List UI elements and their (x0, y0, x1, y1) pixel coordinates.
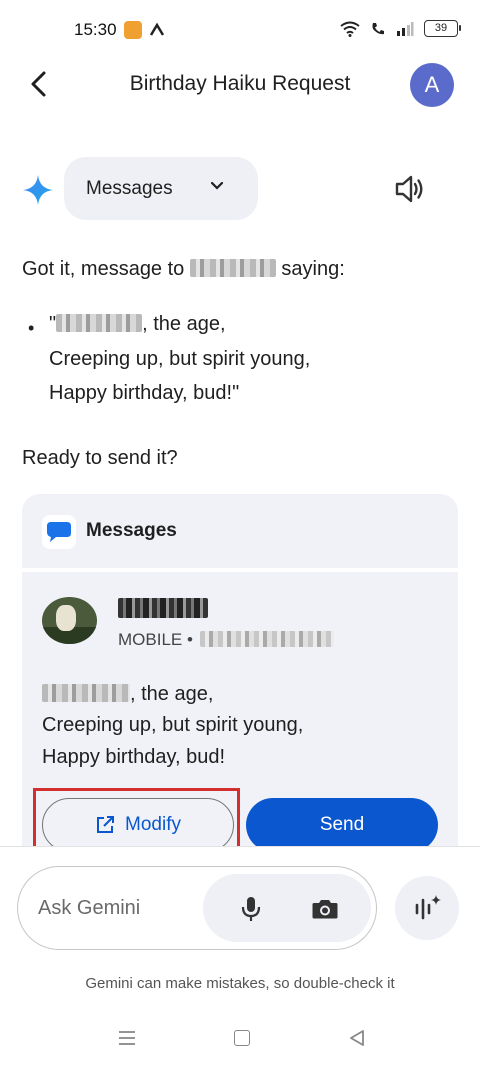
live-sparkle-icon (415, 895, 441, 920)
contact-photo (42, 597, 97, 644)
response-intro-suffix: saying: (281, 258, 345, 280)
call-icon (372, 22, 384, 34)
mic-icon (241, 897, 261, 921)
gemini-sparkle-icon (23, 175, 53, 205)
haiku-line-3: Happy birthday, bud!" (49, 382, 240, 404)
message-line-1: , the age, (42, 683, 213, 706)
speaker-icon[interactable] (394, 174, 426, 204)
redacted-recipient (189, 259, 276, 277)
message-line-3: Happy birthday, bud! (42, 746, 226, 768)
message-line-1-text: , the age, (130, 683, 214, 705)
redacted-name (56, 314, 143, 332)
input-actions-pill (203, 874, 371, 942)
haiku-line-2: Creeping up, but spirit young, (49, 348, 311, 370)
haiku-line-1-text: , the age, (142, 313, 226, 335)
app-selector-chip[interactable]: Messages (64, 157, 258, 220)
response-intro-prefix: Got it, message to (22, 258, 185, 280)
send-button[interactable]: Send (246, 798, 438, 852)
redacted-contact-number (200, 631, 334, 647)
mic-button[interactable] (234, 892, 268, 926)
highlight-box (33, 788, 240, 851)
nav-recents-button[interactable] (118, 1030, 136, 1046)
ask-gemini-placeholder: Ask Gemini (38, 897, 141, 919)
contact-type: MOBILE • (118, 630, 193, 649)
camera-button[interactable] (308, 892, 342, 926)
page-title: Birthday Haiku Request (129, 72, 351, 95)
messages-app-icon (42, 515, 76, 549)
gemini-live-button[interactable] (395, 876, 459, 940)
card-app-label: Messages (86, 520, 177, 541)
haiku-quote: " (49, 313, 57, 335)
redacted-name (42, 684, 130, 702)
chevron-down-icon (210, 181, 224, 190)
response-question: Ready to send it? (22, 447, 178, 469)
app-chip-label: Messages (86, 177, 173, 199)
camera-icon (312, 900, 338, 919)
list-bullet: • (28, 318, 35, 338)
haiku-line-1: " , the age, (49, 313, 226, 336)
account-avatar[interactable]: A (410, 63, 454, 107)
disclaimer-text: Gemini can make mistakes, so double-chec… (85, 975, 395, 992)
nav-home-button[interactable] (234, 1030, 250, 1046)
notification-app-icon-2 (148, 21, 166, 39)
wifi-icon (340, 21, 360, 37)
signal-icon (397, 21, 414, 36)
status-indicators: 39 (340, 20, 461, 37)
nav-back-button[interactable] (348, 1029, 366, 1047)
message-line-2: Creeping up, but spirit young, (42, 714, 304, 736)
notification-app-icon (124, 21, 142, 39)
status-time: 15:30 (74, 20, 117, 39)
redacted-contact-name (118, 598, 208, 618)
response-intro: Got it, message to saying: (22, 258, 345, 281)
battery-icon: 39 (424, 20, 461, 37)
